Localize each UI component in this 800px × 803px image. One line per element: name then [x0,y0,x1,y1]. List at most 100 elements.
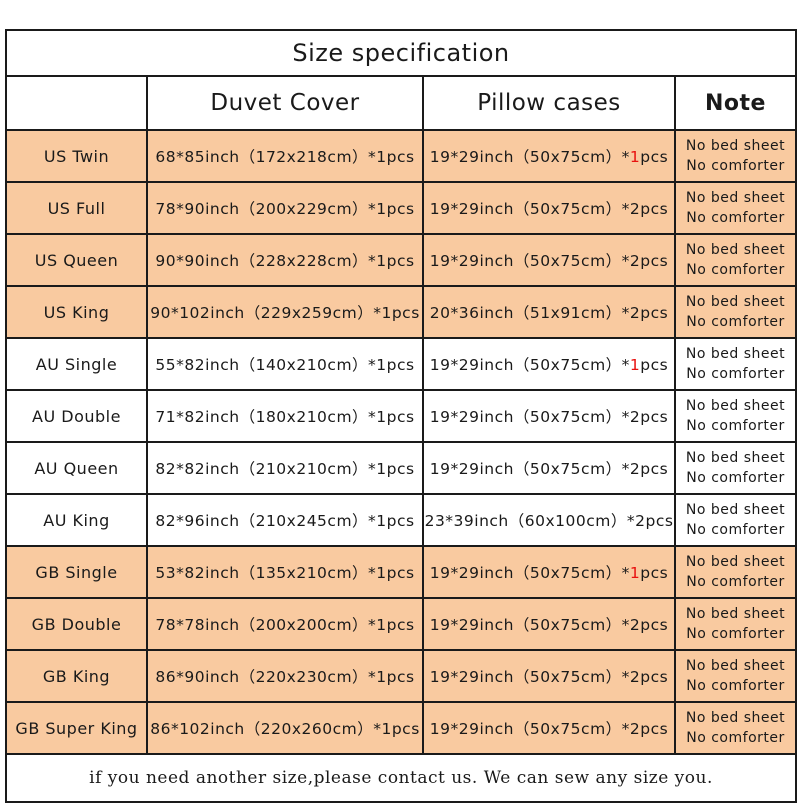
note-line-no-comforter: No comforter [686,470,785,486]
column-header-size [5,75,148,131]
pillow-quantity: 2 [629,668,641,686]
column-header-row: Duvet Cover Pillow cases Note [5,75,798,131]
cell-duvet-cover: 55*82inch（140x210cm）*1pcs [146,337,424,391]
cell-pillow-cases: 19*29inch（50x75cm）*2pcs [422,389,676,443]
cell-pillow-cases: 19*29inch（50x75cm）*2pcs [422,181,676,235]
pillow-quantity: 2 [629,460,641,478]
pillow-quantity-unit: pcs [640,200,669,218]
cell-size-name: GB Super King [5,701,148,755]
pillow-quantity: 2 [629,616,641,634]
cell-duvet-cover: 86*102inch（220x260cm）*1pcs [146,701,424,755]
pillow-quantity-unit: pcs [640,356,669,374]
pillow-quantity-unit: pcs [640,616,669,634]
note-line-no-bed-sheet: No bed sheet [685,293,786,310]
note-line-no-comforter: No comforter [686,366,785,382]
column-header-duvet-cover: Duvet Cover [146,75,424,131]
note-line-no-comforter: No comforter [686,730,785,746]
cell-size-name: AU King [5,493,148,547]
note-line-no-bed-sheet: No bed sheet [685,709,786,726]
pillow-quantity: 1 [629,356,641,374]
cell-note: No bed sheet No comforter [673,493,798,547]
size-specification-table: Size specification Duvet Cover Pillow ca… [4,29,798,803]
note-line-no-bed-sheet: No bed sheet [685,501,786,518]
cell-pillow-cases: 19*29inch（50x75cm）*2pcs [422,441,676,495]
pillow-quantity-unit: pcs [640,668,669,686]
pillow-quantity-unit: pcs [640,408,669,426]
pillow-quantity: 2 [629,252,641,270]
note-line-no-bed-sheet: No bed sheet [685,345,786,362]
cell-size-name: US Full [5,181,148,235]
note-line-no-comforter: No comforter [686,626,785,642]
cell-size-name: US Queen [5,233,148,287]
cell-duvet-cover: 71*82inch（180x210cm）*1pcs [146,389,424,443]
title-row: Size specification [4,29,798,77]
cell-duvet-cover: 68*85inch（172x218cm）*1pcs [146,129,424,183]
pillow-quantity-unit: pcs [640,720,669,738]
cell-pillow-cases: 19*29inch（50x75cm）*2pcs [422,597,676,651]
note-line-no-comforter: No comforter [686,418,785,434]
cell-note: No bed sheet No comforter [673,441,798,495]
pillow-size-text: 19*29inch（50x75cm）* [429,200,630,218]
note-line-no-bed-sheet: No bed sheet [685,397,786,414]
cell-size-name: US King [5,285,148,339]
cell-note: No bed sheet No comforter [673,389,798,443]
cell-duvet-cover: 78*78inch（200x200cm）*1pcs [146,597,424,651]
table-row: US King 90*102inch（229x259cm）*1pcs 20*36in… [5,285,798,339]
note-line-no-bed-sheet: No bed sheet [685,449,786,466]
note-line-no-comforter: No comforter [686,262,785,278]
table-row: AU King 82*96inch（210x245cm）*1pcs 23*39inc… [5,493,798,547]
note-line-no-comforter: No comforter [686,574,785,590]
cell-duvet-cover: 90*102inch（229x259cm）*1pcs [146,285,424,339]
note-line-no-comforter: No comforter [686,314,785,330]
note-line-no-comforter: No comforter [686,522,785,538]
column-header-note: Note [673,75,798,131]
cell-pillow-cases: 19*29inch（50x75cm）*1pcs [422,545,676,599]
table-row: GB Super King 86*102inch（220x260cm）*1pcs 1… [5,701,798,755]
cell-duvet-cover: 86*90inch（220x230cm）*1pcs [146,649,424,703]
cell-size-name: GB Double [5,597,148,651]
table-row: GB Double 78*78inch（200x200cm）*1pcs 19*29i… [5,597,798,651]
cell-pillow-cases: 20*36inch（51x91cm）*2pcs [422,285,676,339]
table-body: Size specification Duvet Cover Pillow ca… [4,29,798,803]
pillow-quantity: 2 [629,200,641,218]
cell-note: No bed sheet No comforter [673,597,798,651]
pillow-quantity-unit: pcs [640,304,669,322]
cell-pillow-cases: 19*29inch（50x75cm）*1pcs [422,337,676,391]
pillow-quantity-unit: pcs [640,460,669,478]
cell-note: No bed sheet No comforter [673,181,798,235]
pillow-size-text: 19*29inch（50x75cm）* [429,668,630,686]
table-row: AU Single 55*82inch（140x210cm）*1pcs 19*29i… [5,337,798,391]
cell-duvet-cover: 78*90inch（200x229cm）*1pcs [146,181,424,235]
cell-note: No bed sheet No comforter [673,285,798,339]
size-specification-panel: Size specification Duvet Cover Pillow ca… [4,29,798,803]
contact-notice: if you need another size,please contact … [4,753,798,803]
cell-duvet-cover: 53*82inch（135x210cm）*1pcs [146,545,424,599]
pillow-quantity-unit: pcs [640,148,669,166]
cell-note: No bed sheet No comforter [673,545,798,599]
pillow-size-text: 19*29inch（50x75cm）* [429,616,630,634]
table-row: GB Single 53*82inch（135x210cm）*1pcs 19*29i… [5,545,798,599]
note-line-no-comforter: No comforter [686,210,785,226]
pillow-size-text: 19*29inch（50x75cm）* [429,408,630,426]
cell-duvet-cover: 82*96inch（210x245cm）*1pcs [146,493,424,547]
cell-note: No bed sheet No comforter [673,337,798,391]
pillow-size-text: 19*29inch（50x75cm）* [429,148,630,166]
pillow-quantity: 2 [635,512,646,530]
cell-note: No bed sheet No comforter [673,129,798,183]
cell-duvet-cover: 82*82inch（210x210cm）*1pcs [146,441,424,495]
note-line-no-bed-sheet: No bed sheet [685,553,786,570]
pillow-quantity: 1 [629,148,641,166]
pillow-size-text: 19*29inch（50x75cm）* [429,460,630,478]
pillow-quantity: 2 [629,304,641,322]
table-row: AU Double 71*82inch（180x210cm）*1pcs 19*29i… [5,389,798,443]
note-line-no-bed-sheet: No bed sheet [685,657,786,674]
cell-pillow-cases: 19*29inch（50x75cm）*2pcs [422,649,676,703]
column-header-pillow-cases: Pillow cases [422,75,676,131]
cell-pillow-cases: 19*29inch（50x75cm）*1pcs [422,129,676,183]
note-line-no-bed-sheet: No bed sheet [685,137,786,154]
pillow-size-text: 19*29inch（50x75cm）* [429,720,630,738]
cell-note: No bed sheet No comforter [673,233,798,287]
pillow-quantity: 1 [629,564,641,582]
cell-duvet-cover: 90*90inch（228x228cm）*1pcs [146,233,424,287]
table-row: US Queen 90*90inch（228x228cm）*1pcs 19*29in… [5,233,798,287]
